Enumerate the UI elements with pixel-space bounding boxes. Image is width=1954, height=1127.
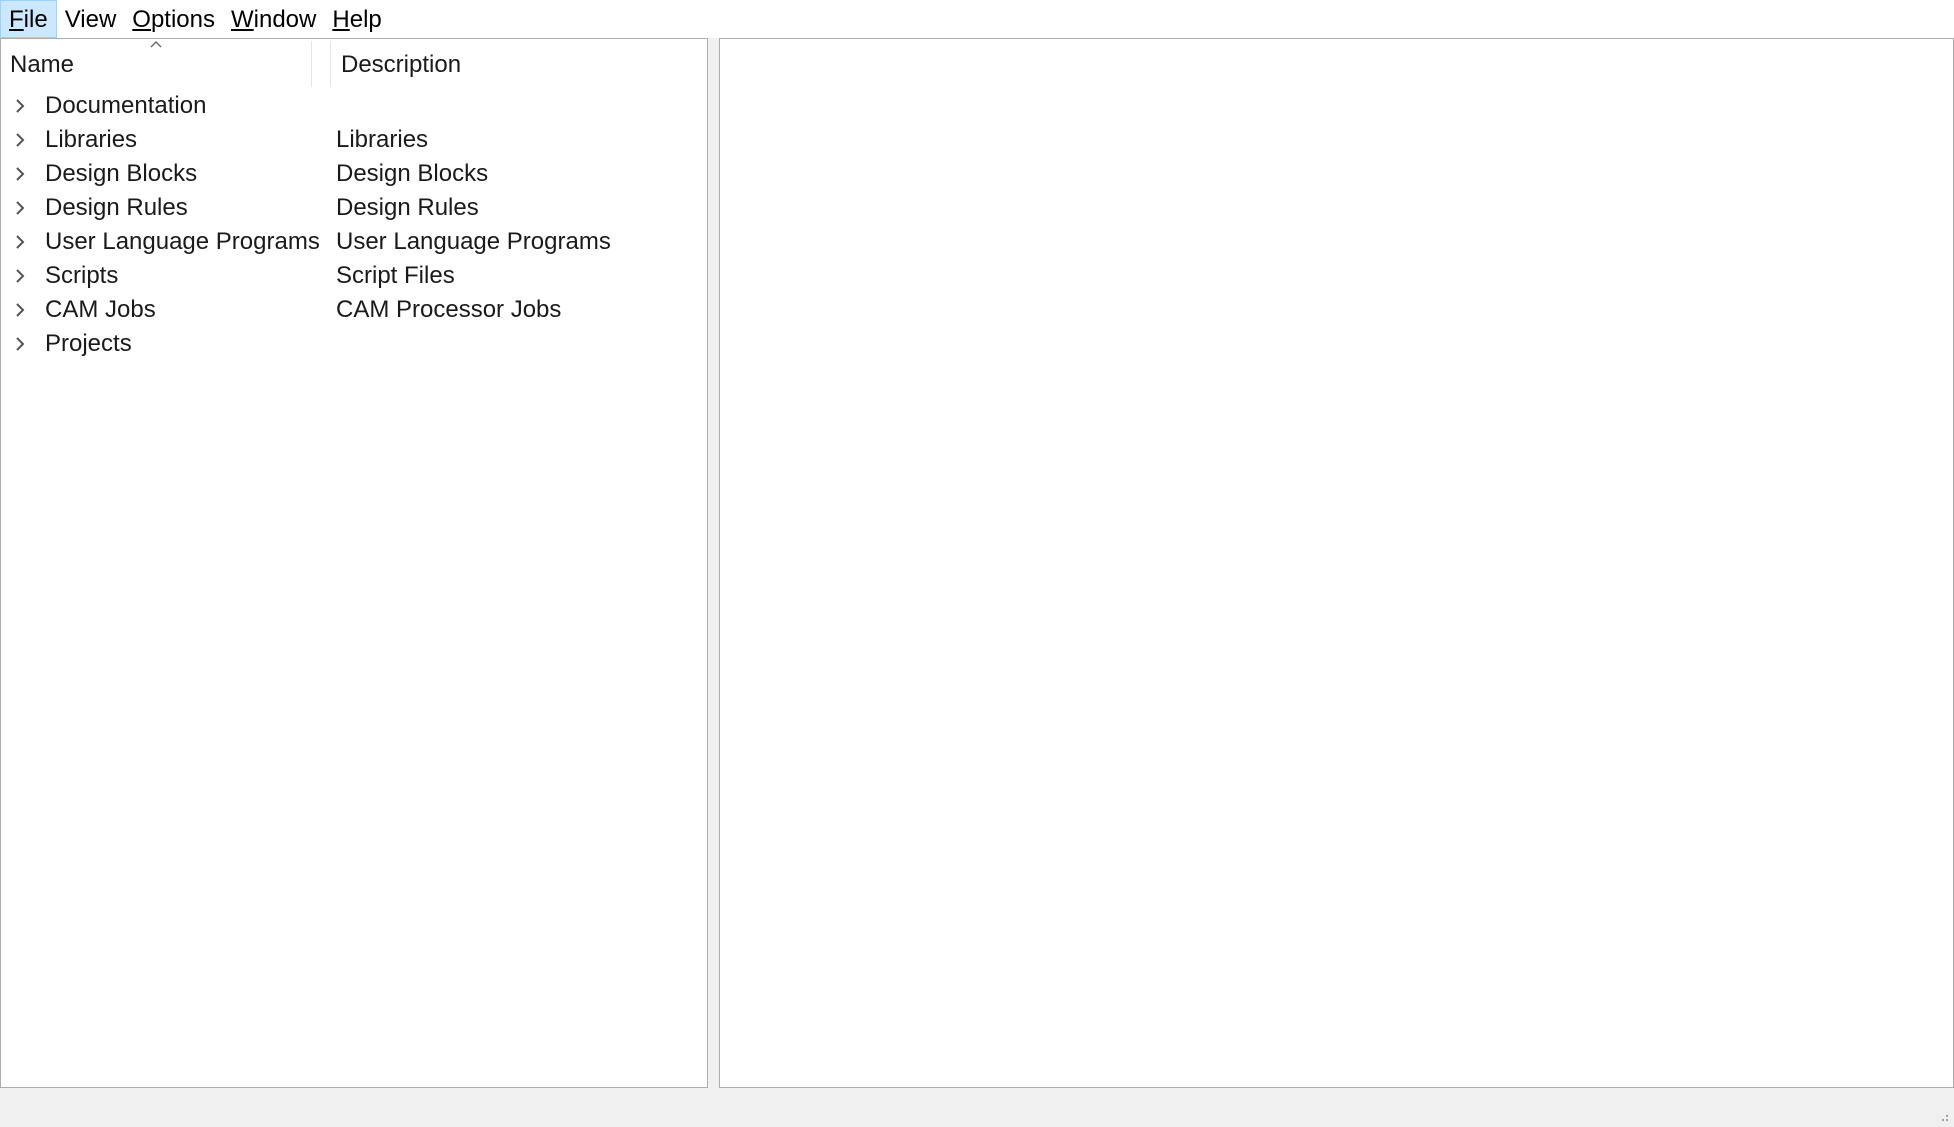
tree-item-description: Design Rules [336, 194, 479, 221]
menu-help-label: elp [349, 6, 382, 33]
column-divider[interactable] [330, 41, 331, 87]
chevron-right-icon[interactable] [13, 200, 27, 216]
status-bar [0, 1088, 1954, 1127]
chevron-right-icon[interactable] [13, 336, 27, 352]
menu-file-mnemonic: F [9, 6, 24, 33]
menu-view-label: View [64, 6, 117, 33]
menu-options-mnemonic: O [132, 6, 151, 33]
menu-file-label: ile [23, 6, 48, 33]
menu-help-mnemonic: H [332, 6, 350, 33]
tree-item-design-blocks[interactable]: Design Blocks Design Blocks [1, 157, 707, 191]
menu-view[interactable]: View [57, 0, 125, 38]
menu-options-label: ptions [150, 6, 215, 33]
tree-item-description: Libraries [336, 126, 429, 153]
menu-window-label: indow [253, 6, 317, 33]
column-header-name[interactable]: Name [10, 39, 310, 89]
tree-item-name: Scripts [45, 262, 119, 289]
tree-item-scripts[interactable]: Scripts Script Files [1, 259, 707, 293]
tree-item-projects[interactable]: Projects [1, 327, 707, 361]
tree-header: Name Description [1, 39, 707, 89]
tree-body: Documentation Libraries Libraries Design… [1, 89, 707, 361]
menu-help[interactable]: Help [324, 0, 389, 38]
tree-item-name: Documentation [45, 92, 207, 119]
tree-item-description: User Language Programs [336, 228, 611, 255]
tree-item-description: Design Blocks [336, 160, 489, 187]
tree-item-user-language-programs[interactable]: User Language Programs User Language Pro… [1, 225, 707, 259]
menu-options[interactable]: Options [124, 0, 223, 38]
tree-item-documentation[interactable]: Documentation [1, 89, 707, 123]
tree-item-name: Design Rules [45, 194, 188, 221]
chevron-right-icon[interactable] [13, 166, 27, 182]
control-panel-tree[interactable]: Name Description Documentation Libraries… [0, 38, 708, 1088]
chevron-right-icon[interactable] [13, 302, 27, 318]
column-divider[interactable] [311, 41, 312, 87]
chevron-right-icon[interactable] [13, 98, 27, 114]
tree-item-name: Projects [45, 330, 132, 357]
tree-item-name: CAM Jobs [45, 296, 156, 323]
chevron-right-icon[interactable] [13, 132, 27, 148]
chevron-right-icon[interactable] [13, 268, 27, 284]
tree-item-description: Script Files [336, 262, 455, 289]
chevron-right-icon[interactable] [13, 234, 27, 250]
tree-item-name: Design Blocks [45, 160, 198, 187]
menu-window-mnemonic: W [231, 6, 254, 33]
tree-item-libraries[interactable]: Libraries Libraries [1, 123, 707, 157]
menu-file[interactable]: File [0, 0, 57, 38]
tree-item-design-rules[interactable]: Design Rules Design Rules [1, 191, 707, 225]
column-header-description[interactable]: Description [341, 39, 701, 89]
tree-item-cam-jobs[interactable]: CAM Jobs CAM Processor Jobs [1, 293, 707, 327]
tree-item-description: CAM Processor Jobs [336, 296, 562, 323]
menu-bar: File View Options Window Help [0, 0, 1954, 38]
preview-panel [719, 38, 1954, 1088]
menu-window[interactable]: Window [223, 0, 324, 38]
tree-item-name: User Language Programs [45, 228, 320, 255]
resize-grip-icon[interactable] [1938, 1111, 1950, 1123]
tree-item-name: Libraries [45, 126, 138, 153]
